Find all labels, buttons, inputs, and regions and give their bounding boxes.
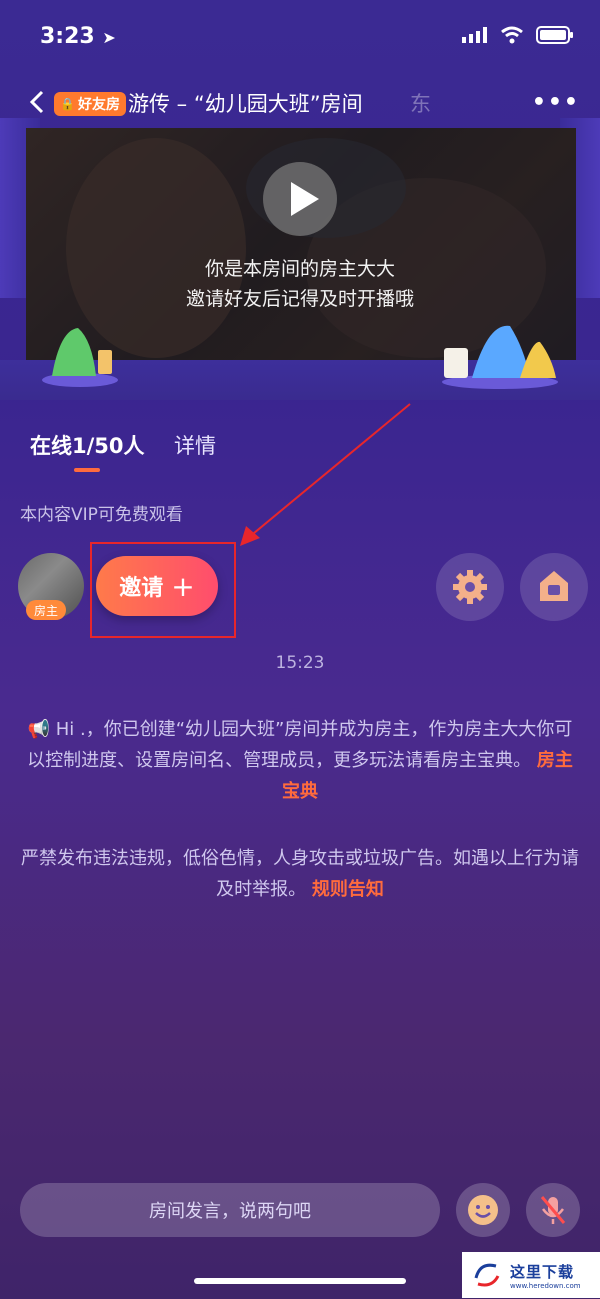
status-time-text: 3:23 [40, 24, 95, 49]
lock-icon: 🔒 [60, 97, 75, 111]
popcorn-zongzi-decoration-icon [442, 325, 558, 389]
signal-icon [462, 27, 487, 43]
house-lock-icon [540, 571, 568, 601]
wifi-icon [501, 26, 523, 44]
play-button[interactable] [263, 162, 337, 236]
play-icon [291, 182, 319, 216]
tab-online[interactable]: 在线1/50人 [30, 430, 145, 460]
stage-message-line2: 邀请好友后记得及时开播哦 [185, 288, 414, 310]
back-button[interactable] [24, 88, 52, 116]
annotation-arrow-icon [240, 403, 411, 546]
exit-room-button[interactable] [520, 553, 588, 621]
location-arrow-icon: ➤ [102, 28, 116, 47]
emoji-button[interactable] [456, 1183, 510, 1237]
home-indicator [194, 1278, 406, 1284]
smiley-icon [468, 1195, 498, 1225]
room-title: 游传 – “幼儿园大班”房间 [128, 92, 363, 116]
site-watermark: 这里下载 www.heredown.com [462, 1252, 600, 1298]
system-message: 📢 Hi .，你已创建“幼儿园大班”房间并成为房主，作为房主大大你可以控制进度、… [20, 714, 580, 807]
rules-link[interactable]: 规则告知 [312, 879, 384, 900]
stage-message: 你是本房间的房主大大 邀请好友后记得及时开播哦 [0, 254, 600, 314]
status-time: 3:23 ➤ [40, 24, 116, 49]
rule-message-text: 严禁发布违法违规，低俗色情，人身攻击或垃圾广告。如遇以上行为请及时举报。 [21, 848, 579, 900]
tab-details[interactable]: 详情 [174, 430, 216, 460]
chevron-left-icon [29, 90, 44, 114]
tab-active-indicator [74, 468, 100, 472]
settings-button[interactable] [436, 553, 504, 621]
mic-button[interactable] [526, 1183, 580, 1237]
host-tag-label: 房主 [34, 603, 59, 618]
annotation-highlight-box [90, 542, 236, 638]
watermark-text: 这里下载 [510, 1262, 575, 1281]
chat-input-placeholder: 房间发言，说两句吧 [149, 1201, 311, 1222]
stage-message-line1: 你是本房间的房主大大 [204, 258, 395, 280]
friend-room-badge-label: 好友房 [77, 97, 120, 113]
host-tag: 房主 [26, 600, 67, 620]
chat-timestamp: 15:23 [275, 653, 325, 673]
gear-icon [453, 570, 487, 604]
zongzi-decoration-icon [42, 328, 118, 387]
site-logo-icon [474, 1263, 500, 1287]
mic-muted-icon [540, 1196, 566, 1224]
chat-input[interactable]: 房间发言，说两句吧 [20, 1183, 440, 1237]
system-message-text: Hi .，你已创建“幼儿园大班”房间并成为房主，作为房主大大你可以控制进度、设置… [27, 719, 573, 771]
status-indicators [462, 26, 574, 44]
megaphone-icon: 📢 [27, 719, 51, 740]
rule-message: 严禁发布违法违规，低俗色情，人身攻击或垃圾广告。如遇以上行为请及时举报。 规则告… [20, 843, 580, 905]
vip-note: 本内容VIP可免费观看 [20, 505, 183, 525]
battery-icon [536, 26, 573, 44]
room-title-overflow: 东 [410, 92, 431, 116]
watermark-url: www.heredown.com [510, 1281, 581, 1290]
friend-room-badge: 🔒 好友房 [54, 92, 126, 116]
more-button[interactable]: ••• [532, 90, 580, 115]
